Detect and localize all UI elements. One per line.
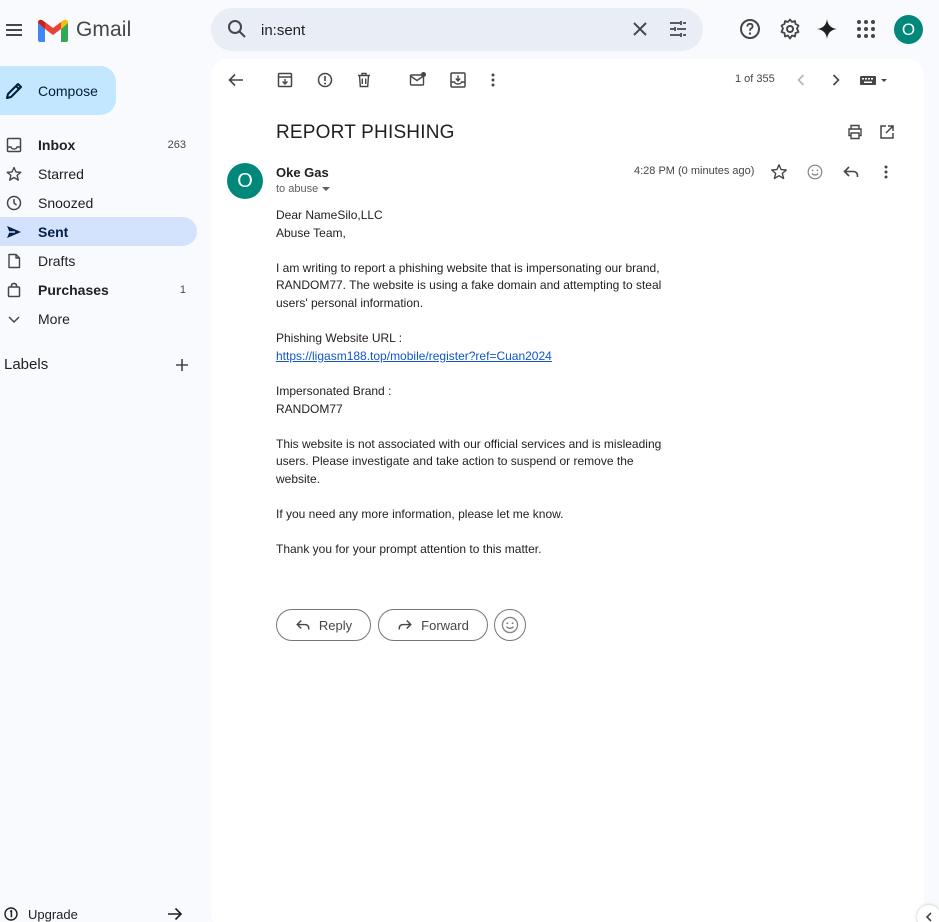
sidebar-item-label: Starred: [38, 165, 84, 182]
search-bar: [211, 8, 703, 51]
close-icon[interactable]: [631, 20, 649, 38]
sidebar-item-label: Snoozed: [38, 194, 94, 211]
upgrade-label: Upgrade: [28, 906, 78, 922]
chevron-down-icon: [8, 315, 20, 323]
sidebar-nav: Inbox 263 Starred Snoozed Sent Drafts Pu…: [0, 130, 197, 333]
help-icon[interactable]: [739, 18, 761, 40]
chevron-left-icon: [925, 912, 932, 922]
email-body: Dear NameSilo,LLC Abuse Team, I am writi…: [276, 207, 676, 576]
forward-button[interactable]: Forward: [378, 609, 488, 641]
pagination-text: 1 of 355: [735, 73, 775, 85]
recipient-text: to abuse: [276, 183, 319, 195]
sidebar-item-starred[interactable]: Starred: [0, 159, 197, 188]
trash-icon[interactable]: [355, 71, 373, 89]
sidebar-item-label: Sent: [38, 223, 69, 240]
info-number-icon: [4, 907, 18, 921]
report-spam-icon[interactable]: [316, 71, 334, 89]
archive-icon[interactable]: [276, 71, 294, 89]
sidebar-item-drafts[interactable]: Drafts: [0, 246, 197, 275]
search-icon[interactable]: [227, 19, 247, 39]
sidebar-item-inbox[interactable]: Inbox 263: [0, 130, 197, 159]
arrow-right-icon[interactable]: [167, 907, 183, 921]
reply-button[interactable]: Reply: [276, 609, 371, 641]
pencil-icon: [6, 82, 22, 99]
more-vert-icon[interactable]: [484, 71, 502, 89]
search-input[interactable]: [261, 18, 611, 42]
sidebar-item-purchases[interactable]: Purchases 1: [0, 275, 197, 304]
sidebar-item-snoozed[interactable]: Snoozed: [0, 188, 197, 217]
recipient-details[interactable]: to abuse: [276, 183, 331, 195]
plus-icon[interactable]: [175, 358, 189, 372]
inbox-icon: [6, 137, 22, 152]
forward-label: Forward: [421, 617, 469, 633]
brand-label: Impersonated Brand :: [276, 383, 392, 398]
phishing-url-link[interactable]: https://ligasm188.top/mobile/register?re…: [276, 349, 552, 363]
forward-icon: [398, 620, 412, 630]
chevron-left-icon[interactable]: [792, 71, 810, 89]
sender-name[interactable]: Oke Gas: [276, 165, 329, 180]
apps-grid-icon[interactable]: [855, 18, 877, 40]
print-icon[interactable]: [846, 123, 864, 141]
move-to-icon[interactable]: [449, 71, 467, 89]
reply-icon[interactable]: [842, 163, 860, 181]
sidebar-item-label: Inbox: [38, 136, 76, 153]
sidebar-item-label: More: [38, 310, 70, 327]
brand-value: RANDOM77: [276, 401, 343, 416]
more-vert-icon[interactable]: [877, 163, 895, 181]
unread-count: 263: [167, 138, 186, 151]
main-menu-button[interactable]: [4, 20, 24, 40]
greeting-line: Abuse Team,: [276, 225, 346, 240]
reply-icon: [296, 620, 310, 630]
star-icon[interactable]: [770, 163, 788, 181]
app-name: Gmail: [76, 18, 132, 41]
chevron-right-icon[interactable]: [827, 71, 845, 89]
body-paragraph: If you need any more information, please…: [276, 507, 564, 522]
email-subject: REPORT PHISHING: [276, 122, 455, 143]
gmail-m-icon: [38, 19, 68, 42]
gemini-sparkle-icon[interactable]: [816, 18, 838, 40]
sidebar-item-more[interactable]: More: [0, 304, 197, 333]
bag-icon: [7, 282, 21, 297]
emoji-icon: [501, 616, 519, 634]
body-paragraph: I am writing to report a phishing websit…: [276, 260, 662, 310]
reply-label: Reply: [318, 617, 353, 633]
star-icon: [6, 166, 22, 181]
greeting-line: Dear NameSilo,LLC: [276, 208, 383, 222]
back-arrow-icon[interactable]: [227, 71, 245, 89]
gmail-logo[interactable]: Gmail: [38, 18, 131, 42]
side-panel-toggle[interactable]: [917, 905, 939, 922]
unread-count: 1: [179, 283, 186, 296]
emoji-reaction-button[interactable]: [494, 609, 526, 641]
message-timestamp: 4:28 PM (0 minutes ago): [634, 165, 755, 177]
body-paragraph: Thank you for your prompt attention to t…: [276, 542, 542, 557]
compose-label: Compose: [38, 82, 98, 99]
labels-title: Labels: [4, 356, 49, 373]
body-paragraph: This website is not associated with our …: [276, 436, 662, 486]
draft-icon: [8, 253, 21, 268]
emoji-icon[interactable]: [806, 163, 824, 181]
keyboard-input-icon[interactable]: [859, 71, 893, 89]
upgrade-banner[interactable]: Upgrade: [4, 905, 184, 922]
sender-avatar[interactable]: O: [227, 163, 263, 199]
open-new-window-icon[interactable]: [878, 123, 896, 141]
dropdown-arrow-icon: [322, 187, 331, 191]
gear-icon[interactable]: [779, 18, 801, 40]
hamburger-icon: [6, 24, 22, 36]
compose-button[interactable]: Compose: [0, 66, 116, 115]
message-pane: 1 of 355 REPORT PHISHING O Oke Gas to ab…: [211, 59, 924, 922]
mark-unread-icon[interactable]: [409, 71, 427, 89]
url-label: Phishing Website URL :: [276, 331, 403, 346]
send-icon: [7, 225, 21, 238]
account-avatar[interactable]: O: [894, 15, 923, 44]
sidebar-item-sent[interactable]: Sent: [0, 217, 197, 246]
sidebar-item-label: Drafts: [38, 252, 76, 269]
labels-section: Labels: [4, 356, 189, 373]
sidebar-item-label: Purchases: [38, 281, 109, 298]
clock-icon: [6, 195, 22, 210]
search-options-icon[interactable]: [668, 19, 688, 39]
